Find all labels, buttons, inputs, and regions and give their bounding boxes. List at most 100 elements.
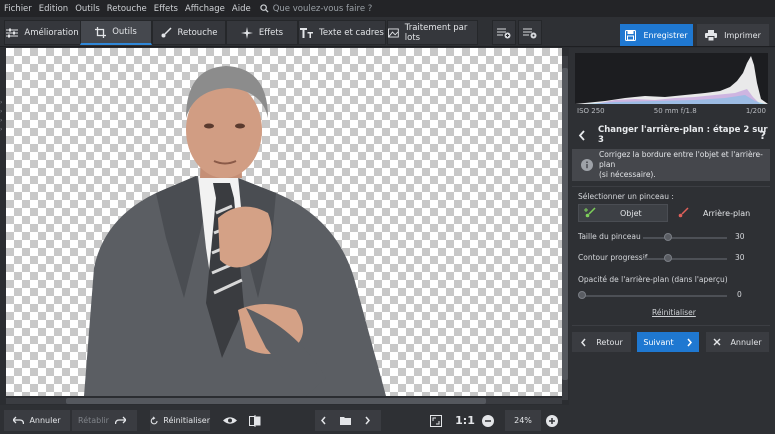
brush-size-label: Taille du pinceau [578,232,641,241]
add-tool-button[interactable] [492,20,516,45]
chevron-right-icon[interactable] [363,416,371,425]
brush-plus-icon [584,207,596,218]
search-icon [260,4,269,13]
floppy-icon [625,29,637,41]
tab-outils[interactable]: Outils [80,20,152,45]
list-settings-icon [523,28,537,38]
cancel-label: Annuler [730,337,762,347]
tab-label: Outils [112,27,137,37]
tab-traitement-lots[interactable]: Traitement par lots [387,20,478,45]
scroll-thumb[interactable] [562,68,568,380]
zoom-value[interactable]: 24% [505,410,541,431]
opacity-knob[interactable] [578,291,586,299]
brush-minus-icon [678,207,689,218]
info-line-2: (si nécessaire). [599,170,656,179]
brush-background-button[interactable]: Arrière-plan [672,204,768,222]
back-chevron-icon[interactable] [578,129,586,141]
person-cutout [84,66,386,396]
vertical-scrollbar[interactable] [562,56,568,400]
compare-button[interactable] [246,410,268,431]
redo-icon [114,416,126,425]
menu-effets[interactable]: Effets [154,4,178,14]
exif-lens: 50 mm f/1.8 [653,107,697,115]
printer-icon [705,29,718,41]
redo-label: Rétablir [78,416,109,425]
chevron-left-icon[interactable] [320,416,328,425]
images-icon [388,28,399,37]
exif-iso: ISO 250 [577,107,605,115]
reset-button[interactable]: Réinitialiser [150,410,210,431]
undo-icon [13,416,25,425]
menu-affichage[interactable]: Affichage [185,4,225,14]
reset-brush-link[interactable]: Réinitialiser [652,308,696,317]
right-panel [569,48,775,434]
compare-icon [248,414,260,427]
save-label: Enregistrer [643,30,688,40]
brush-size-value: 30 [735,232,745,241]
undo-label: Annuler [29,416,61,425]
scroll-thumb[interactable] [66,398,486,404]
menu-fichier[interactable]: Fichier [4,4,32,14]
tab-effets[interactable]: Effets [226,20,298,45]
fit-screen-button[interactable] [428,410,448,431]
plus-circle-icon [545,414,558,427]
divider [572,186,770,187]
help-icon[interactable]: ? [760,129,766,142]
back-label: Retour [596,337,623,347]
minus-circle-icon [481,414,494,427]
histogram [575,53,768,104]
search-input[interactable]: Que voulez-vous faire ? [273,4,373,14]
transparent-canvas[interactable] [6,48,562,396]
horizontal-scrollbar[interactable] [6,398,562,404]
canvas-area: › › › › [0,48,569,404]
fit-screen-icon [429,414,442,427]
feather-knob[interactable] [664,254,672,262]
next-button[interactable]: Suivant [637,332,699,352]
brush-object-label: Objet [620,208,642,218]
zoom-in-button[interactable] [545,410,563,431]
print-label: Imprimer [724,30,761,40]
tab-retouche[interactable]: Retouche [152,20,226,45]
chevron-right-icon [687,338,692,346]
menu-outils[interactable]: Outils [75,4,100,14]
back-button[interactable]: Retour [572,332,631,352]
tab-label: Retouche [177,27,218,38]
next-label: Suivant [643,337,674,347]
feather-slider[interactable] [643,258,727,260]
menu-retouche[interactable]: Retouche [107,4,147,14]
tab-texte-cadres[interactable]: Texte et cadres [298,20,386,45]
folder-icon[interactable] [340,416,351,425]
brush-object-button[interactable]: Objet [578,204,668,222]
menu-edition[interactable]: Edition [39,4,68,14]
cancel-button[interactable]: Annuler [706,332,769,352]
opacity-slider[interactable] [580,295,727,297]
list-plus-icon [497,28,511,38]
info-text: Corrigez la bordure entre l'objet et l'a… [599,150,770,180]
print-button[interactable]: Imprimer [697,24,769,46]
tab-label: Traitement par lots [404,22,468,43]
info-box: Corrigez la bordure entre l'objet et l'a… [572,149,770,181]
eye-icon [222,417,237,424]
search-box[interactable]: Que voulez-vous faire ? [260,4,373,14]
reset-icon [150,415,158,424]
crop-icon [95,26,107,38]
brush-size-knob[interactable] [664,233,672,241]
actual-size-button[interactable]: 1:1 [454,410,476,431]
sparkle-icon [240,26,253,39]
histogram-graph [575,56,768,104]
preview-eye-button[interactable] [221,410,243,431]
redo-button[interactable]: Rétablir [72,410,137,431]
feather-value: 30 [735,253,745,262]
brush-heading: Sélectionner un pinceau : [578,192,674,201]
brush-icon [161,27,172,38]
zoom-out-button[interactable] [481,410,499,431]
save-button[interactable]: Enregistrer [620,24,693,46]
tool-settings-button[interactable] [518,20,542,45]
menu-aide[interactable]: Aide [232,4,251,14]
brush-size-slider[interactable] [643,237,727,239]
exif-info: ISO 250 50 mm f/1.8 1/200 [575,107,768,118]
exif-shutter: 1/200 [745,107,766,115]
undo-button[interactable]: Annuler [4,410,70,431]
feather-label: Contour progressif [578,253,648,262]
tab-amelioration[interactable]: Amélioration [4,20,81,45]
